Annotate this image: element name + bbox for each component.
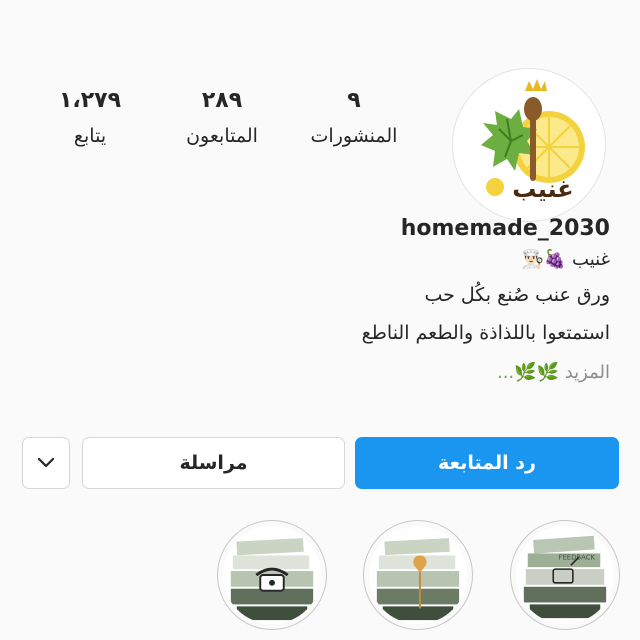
bio-leaf-emoji: 🌿🌿...: [496, 362, 559, 383]
profile-page: غنيب ٩ المنشورات ٢٨٩ المتابعون ١،٢٧٩ يتا…: [0, 0, 640, 640]
message-button[interactable]: مراسلة: [82, 437, 345, 489]
feedback-edit-icon: FEEDBACK: [516, 526, 614, 624]
followers-count: ٢٨٩: [201, 88, 243, 113]
avatar-logo-text: غنيب: [512, 175, 573, 203]
posts-count: ٩: [347, 88, 361, 113]
following-count: ١،٢٧٩: [58, 88, 122, 113]
profile-bio: homemade_2030 غنيب 🍇👨🏻‍🍳 ورق عنب صُنع بك…: [90, 212, 610, 386]
profile-avatar[interactable]: غنيب: [452, 68, 606, 222]
stat-posts[interactable]: ٩ المنشورات: [294, 88, 414, 148]
username: homemade_2030: [400, 216, 610, 241]
stat-followers[interactable]: ٢٨٩ المتابعون: [162, 88, 282, 148]
chevron-down-icon: [37, 457, 55, 468]
story-highlight-contact[interactable]: [217, 520, 327, 630]
story-highlight-feedback[interactable]: FEEDBACK: [510, 520, 620, 630]
display-name: غنيب 🍇👨🏻‍🍳: [521, 249, 611, 270]
bio-line-1: ورق عنب صُنع بكُل حب: [424, 284, 610, 306]
stat-following[interactable]: ١،٢٧٩ يتابع: [30, 88, 150, 148]
story-highlight-location[interactable]: [363, 520, 473, 630]
telephone-icon: [223, 526, 321, 624]
follow-back-button[interactable]: رد المتابعة: [355, 437, 619, 489]
bio-more-label[interactable]: المزيد: [565, 362, 610, 383]
suggested-dropdown-button[interactable]: [22, 437, 70, 489]
location-pin-icon: [369, 526, 467, 624]
grape-leaf-lemon-spoon-icon: غنيب: [453, 69, 605, 221]
following-label: يتابع: [73, 125, 107, 147]
posts-label: المنشورات: [310, 125, 398, 147]
bio-more[interactable]: المزيد 🌿🌿...: [90, 360, 610, 386]
followers-label: المتابعون: [186, 125, 258, 147]
bio-line-2: استمتعوا باللذاذة والطعم الناطع: [361, 322, 610, 344]
